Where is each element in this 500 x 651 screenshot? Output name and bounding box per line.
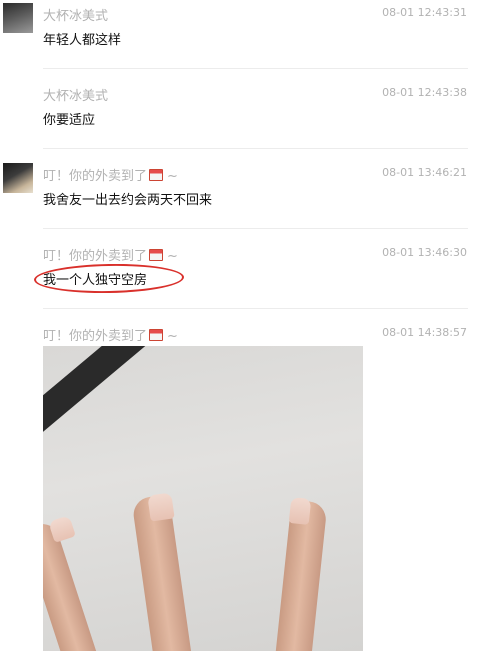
message-text: 我舍友一出去约会两天不回来 bbox=[43, 193, 213, 208]
photo-nail bbox=[147, 492, 175, 522]
photo-dark-band bbox=[43, 346, 154, 443]
takeout-box-icon bbox=[149, 329, 164, 341]
message-divider bbox=[43, 68, 468, 69]
takeout-box-icon bbox=[149, 249, 164, 261]
sender-name-text[interactable]: 叮！你的外卖到了 bbox=[43, 249, 147, 264]
sender-name[interactable]: 叮！你的外卖到了 ~ bbox=[43, 325, 178, 344]
sender-name[interactable]: 叮！你的外卖到了 ~ bbox=[43, 165, 178, 184]
timestamp: 08-01 14:38:57 bbox=[382, 326, 467, 339]
sender-suffix: ~ bbox=[167, 249, 178, 264]
sender-name-text[interactable]: 叮！你的外卖到了 bbox=[43, 169, 147, 184]
message-text: 你要适应 bbox=[43, 113, 96, 128]
message-divider bbox=[43, 228, 468, 229]
sender-name[interactable]: 大杯冰美式 bbox=[43, 85, 108, 104]
sender-name[interactable]: 大杯冰美式 bbox=[43, 5, 108, 24]
avatar[interactable] bbox=[3, 3, 33, 33]
timestamp: 08-01 12:43:31 bbox=[382, 6, 467, 19]
photo-nail bbox=[288, 497, 312, 525]
sender-suffix: ~ bbox=[167, 329, 178, 344]
sender-suffix: ~ bbox=[167, 169, 178, 184]
sender-name[interactable]: 叮！你的外卖到了 ~ bbox=[43, 245, 178, 264]
takeout-box-icon bbox=[149, 169, 164, 181]
red-circle-annotation bbox=[33, 262, 185, 295]
timestamp: 08-01 13:46:30 bbox=[382, 246, 467, 259]
message-photo[interactable] bbox=[43, 346, 363, 651]
photo-finger bbox=[43, 519, 103, 651]
timestamp: 08-01 12:43:38 bbox=[382, 86, 467, 99]
sender-name-text[interactable]: 叮！你的外卖到了 bbox=[43, 329, 147, 344]
message-text: 年轻人都这样 bbox=[43, 33, 122, 48]
avatar[interactable] bbox=[3, 163, 33, 193]
timestamp: 08-01 13:46:21 bbox=[382, 166, 467, 179]
message-divider bbox=[43, 148, 468, 149]
message-divider bbox=[43, 308, 468, 309]
